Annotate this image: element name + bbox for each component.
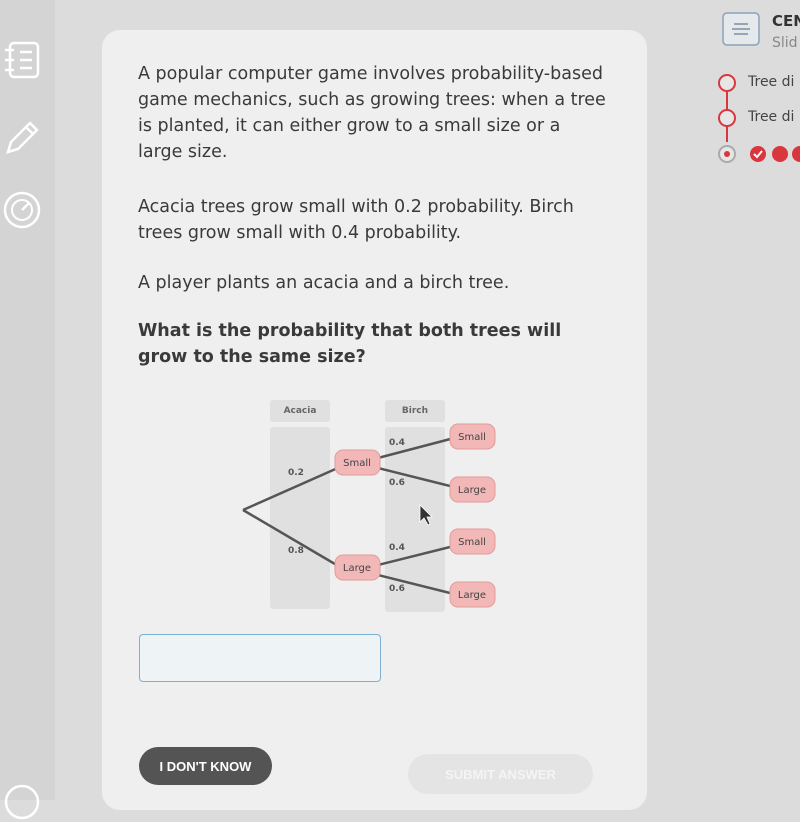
step-circle-icon	[718, 74, 736, 92]
birch-small-node: Small	[458, 432, 486, 443]
birch-small-prob: 0.4	[389, 543, 405, 553]
birch-large-prob: 0.6	[389, 478, 405, 488]
step-label[interactable]: Tree di	[748, 74, 794, 90]
birch-header: Birch	[402, 406, 428, 416]
submit-answer-button[interactable]: SUBMIT ANSWER	[408, 754, 593, 794]
dot-icon	[772, 146, 788, 162]
acacia-large-prob: 0.8	[288, 546, 304, 556]
progress-dots	[750, 146, 800, 162]
panel-title: CEN	[772, 12, 800, 30]
progress-panel: CEN Slid Tree di Tree di	[700, 0, 800, 180]
gauge-icon[interactable]	[2, 190, 42, 230]
step-label[interactable]: Tree di	[748, 109, 794, 125]
pencil-icon[interactable]	[2, 118, 42, 158]
acacia-small-prob: 0.2	[288, 468, 304, 478]
step-track	[718, 74, 736, 163]
question-paragraph: A popular computer game involves probabi…	[138, 64, 606, 162]
question-paragraph: A player plants an acacia and a birch tr…	[138, 273, 510, 293]
birch-large-node: Large	[458, 590, 486, 601]
acacia-small-node: Small	[343, 458, 371, 469]
question-paragraph: Acacia trees grow small with 0.2 probabi…	[138, 197, 574, 243]
tree-diagram: Acacia Birch 0.2 0.8 0.4 0.6 0.4 0.6 Sma…	[242, 400, 496, 612]
birch-large-prob: 0.6	[389, 584, 405, 594]
birch-small-node: Small	[458, 537, 486, 548]
sidebar	[0, 0, 55, 820]
birch-large-node: Large	[458, 485, 486, 496]
acacia-header: Acacia	[284, 406, 317, 416]
panel-subtitle: Slid	[772, 35, 798, 51]
acacia-large-node: Large	[343, 563, 371, 574]
check-icon	[750, 146, 766, 162]
birch-small-prob: 0.4	[389, 438, 405, 448]
step-circle-icon	[718, 109, 736, 127]
help-icon[interactable]	[2, 782, 42, 822]
answer-input[interactable]	[139, 634, 381, 682]
dont-know-button[interactable]: I DON'T KNOW	[139, 747, 272, 785]
notebook-icon[interactable]	[2, 40, 42, 80]
slides-icon[interactable]	[722, 12, 762, 48]
dot-icon	[792, 146, 800, 162]
acacia-column	[270, 427, 330, 609]
question-prompt: What is the probability that both trees …	[138, 321, 562, 367]
